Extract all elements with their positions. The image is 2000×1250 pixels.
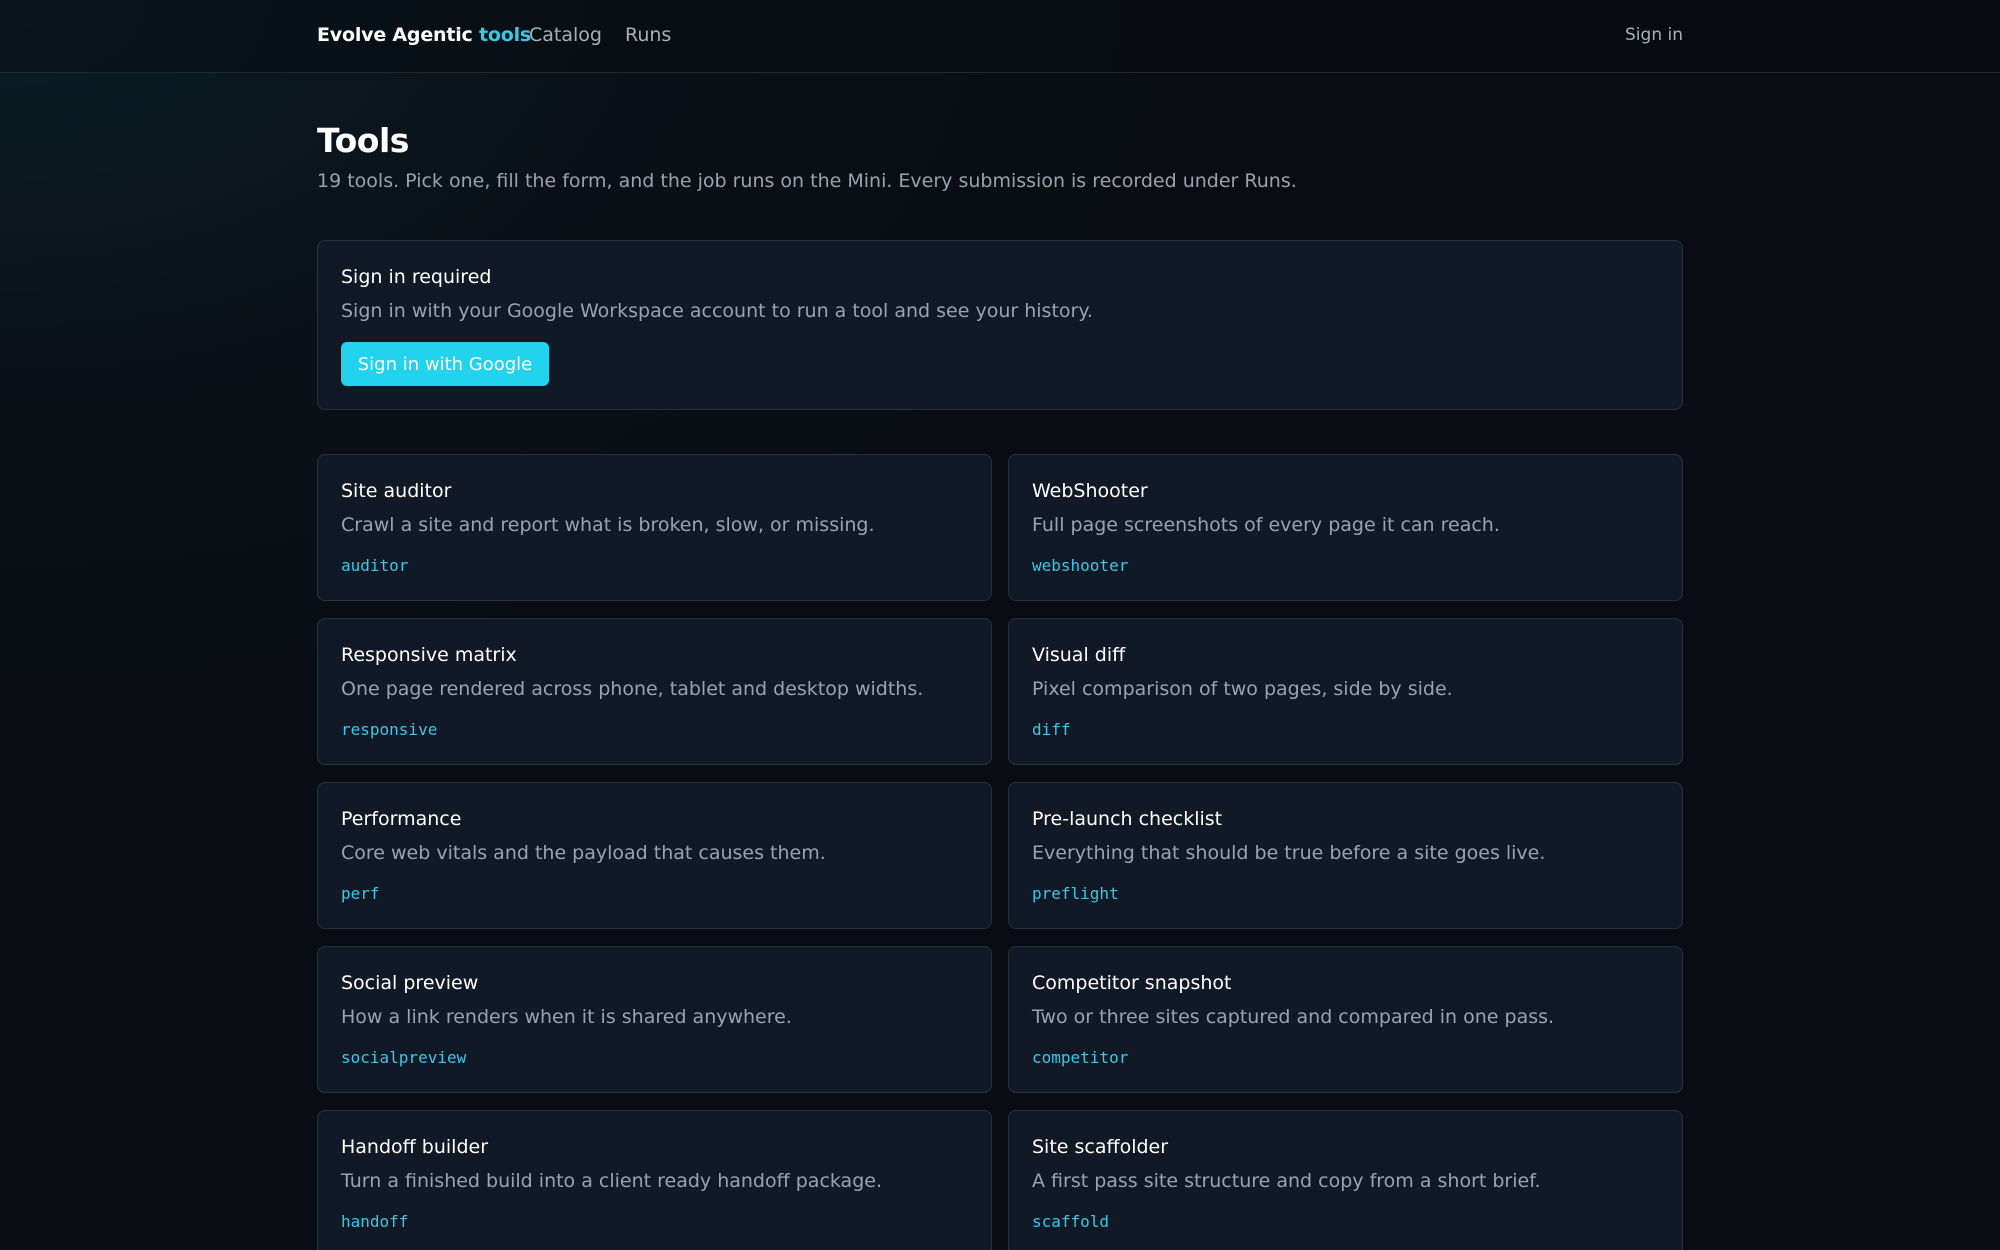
tool-slug: webshooter xyxy=(1032,556,1129,575)
tool-name: Site auditor xyxy=(341,480,452,502)
tool-description: A first pass site structure and copy fro… xyxy=(1032,1170,1541,1192)
tool-card-socialpreview[interactable]: Social preview How a link renders when i… xyxy=(317,946,992,1093)
tool-card-scaffold[interactable]: Site scaffolder A first pass site struct… xyxy=(1008,1110,1683,1250)
tool-card-webshooter[interactable]: WebShooter Full page screenshots of ever… xyxy=(1008,454,1683,601)
tool-slug: diff xyxy=(1032,720,1071,739)
tool-description: How a link renders when it is shared any… xyxy=(341,1006,792,1028)
top-navigation-bar: Evolve Agentic tools Catalog Runs Sign i… xyxy=(0,0,2000,73)
tool-card-diff[interactable]: Visual diff Pixel comparison of two page… xyxy=(1008,618,1683,765)
tool-description: One page rendered across phone, tablet a… xyxy=(341,678,924,700)
tool-description: Two or three sites captured and compared… xyxy=(1032,1006,1555,1028)
header-sign-in-link[interactable]: Sign in xyxy=(1625,25,1683,45)
sign-in-required-description: Sign in with your Google Workspace accou… xyxy=(341,300,1093,322)
main-nav: Catalog Runs xyxy=(529,24,671,46)
brand-logo-link[interactable]: Evolve Agentic tools xyxy=(317,24,531,46)
tool-slug: responsive xyxy=(341,720,438,739)
tool-name: Performance xyxy=(341,808,462,830)
tool-slug: socialpreview xyxy=(341,1048,467,1067)
page-subtitle: 19 tools. Pick one, fill the form, and t… xyxy=(317,170,1297,192)
sign-in-required-title: Sign in required xyxy=(341,266,492,288)
tool-slug: preflight xyxy=(1032,884,1119,903)
tool-name: Handoff builder xyxy=(341,1136,489,1158)
tool-name: WebShooter xyxy=(1032,480,1148,502)
tool-name: Social preview xyxy=(341,972,479,994)
tool-slug: competitor xyxy=(1032,1048,1129,1067)
tool-slug: handoff xyxy=(341,1212,409,1231)
tool-card-perf[interactable]: Performance Core web vitals and the payl… xyxy=(317,782,992,929)
brand-accent: tools xyxy=(479,24,532,46)
tool-slug: auditor xyxy=(341,556,409,575)
tool-card-handoff[interactable]: Handoff builder Turn a finished build in… xyxy=(317,1110,992,1250)
page-title: Tools xyxy=(317,121,409,160)
tool-card-responsive[interactable]: Responsive matrix One page rendered acro… xyxy=(317,618,992,765)
tool-name: Pre-launch checklist xyxy=(1032,808,1223,830)
tool-description: Turn a finished build into a client read… xyxy=(341,1170,882,1192)
tool-card-competitor[interactable]: Competitor snapshot Two or three sites c… xyxy=(1008,946,1683,1093)
brand-name: Evolve Agentic xyxy=(317,24,473,46)
tool-name: Visual diff xyxy=(1032,644,1126,666)
tool-slug: perf xyxy=(341,884,380,903)
nav-item-catalog[interactable]: Catalog xyxy=(529,24,602,46)
sign-in-with-google-button[interactable]: Sign in with Google xyxy=(341,342,549,386)
tool-description: Full page screenshots of every page it c… xyxy=(1032,514,1500,536)
nav-item-runs[interactable]: Runs xyxy=(625,24,671,46)
tool-name: Responsive matrix xyxy=(341,644,517,666)
tool-name: Competitor snapshot xyxy=(1032,972,1232,994)
tool-card-auditor[interactable]: Site auditor Crawl a site and report wha… xyxy=(317,454,992,601)
tool-description: Pixel comparison of two pages, side by s… xyxy=(1032,678,1453,700)
tool-description: Core web vitals and the payload that cau… xyxy=(341,842,826,864)
sign-in-required-card: Sign in required Sign in with your Googl… xyxy=(317,240,1683,410)
tool-description: Everything that should be true before a … xyxy=(1032,842,1546,864)
tool-name: Site scaffolder xyxy=(1032,1136,1169,1158)
tool-card-preflight[interactable]: Pre-launch checklist Everything that sho… xyxy=(1008,782,1683,929)
tool-slug: scaffold xyxy=(1032,1212,1110,1231)
tool-description: Crawl a site and report what is broken, … xyxy=(341,514,875,536)
